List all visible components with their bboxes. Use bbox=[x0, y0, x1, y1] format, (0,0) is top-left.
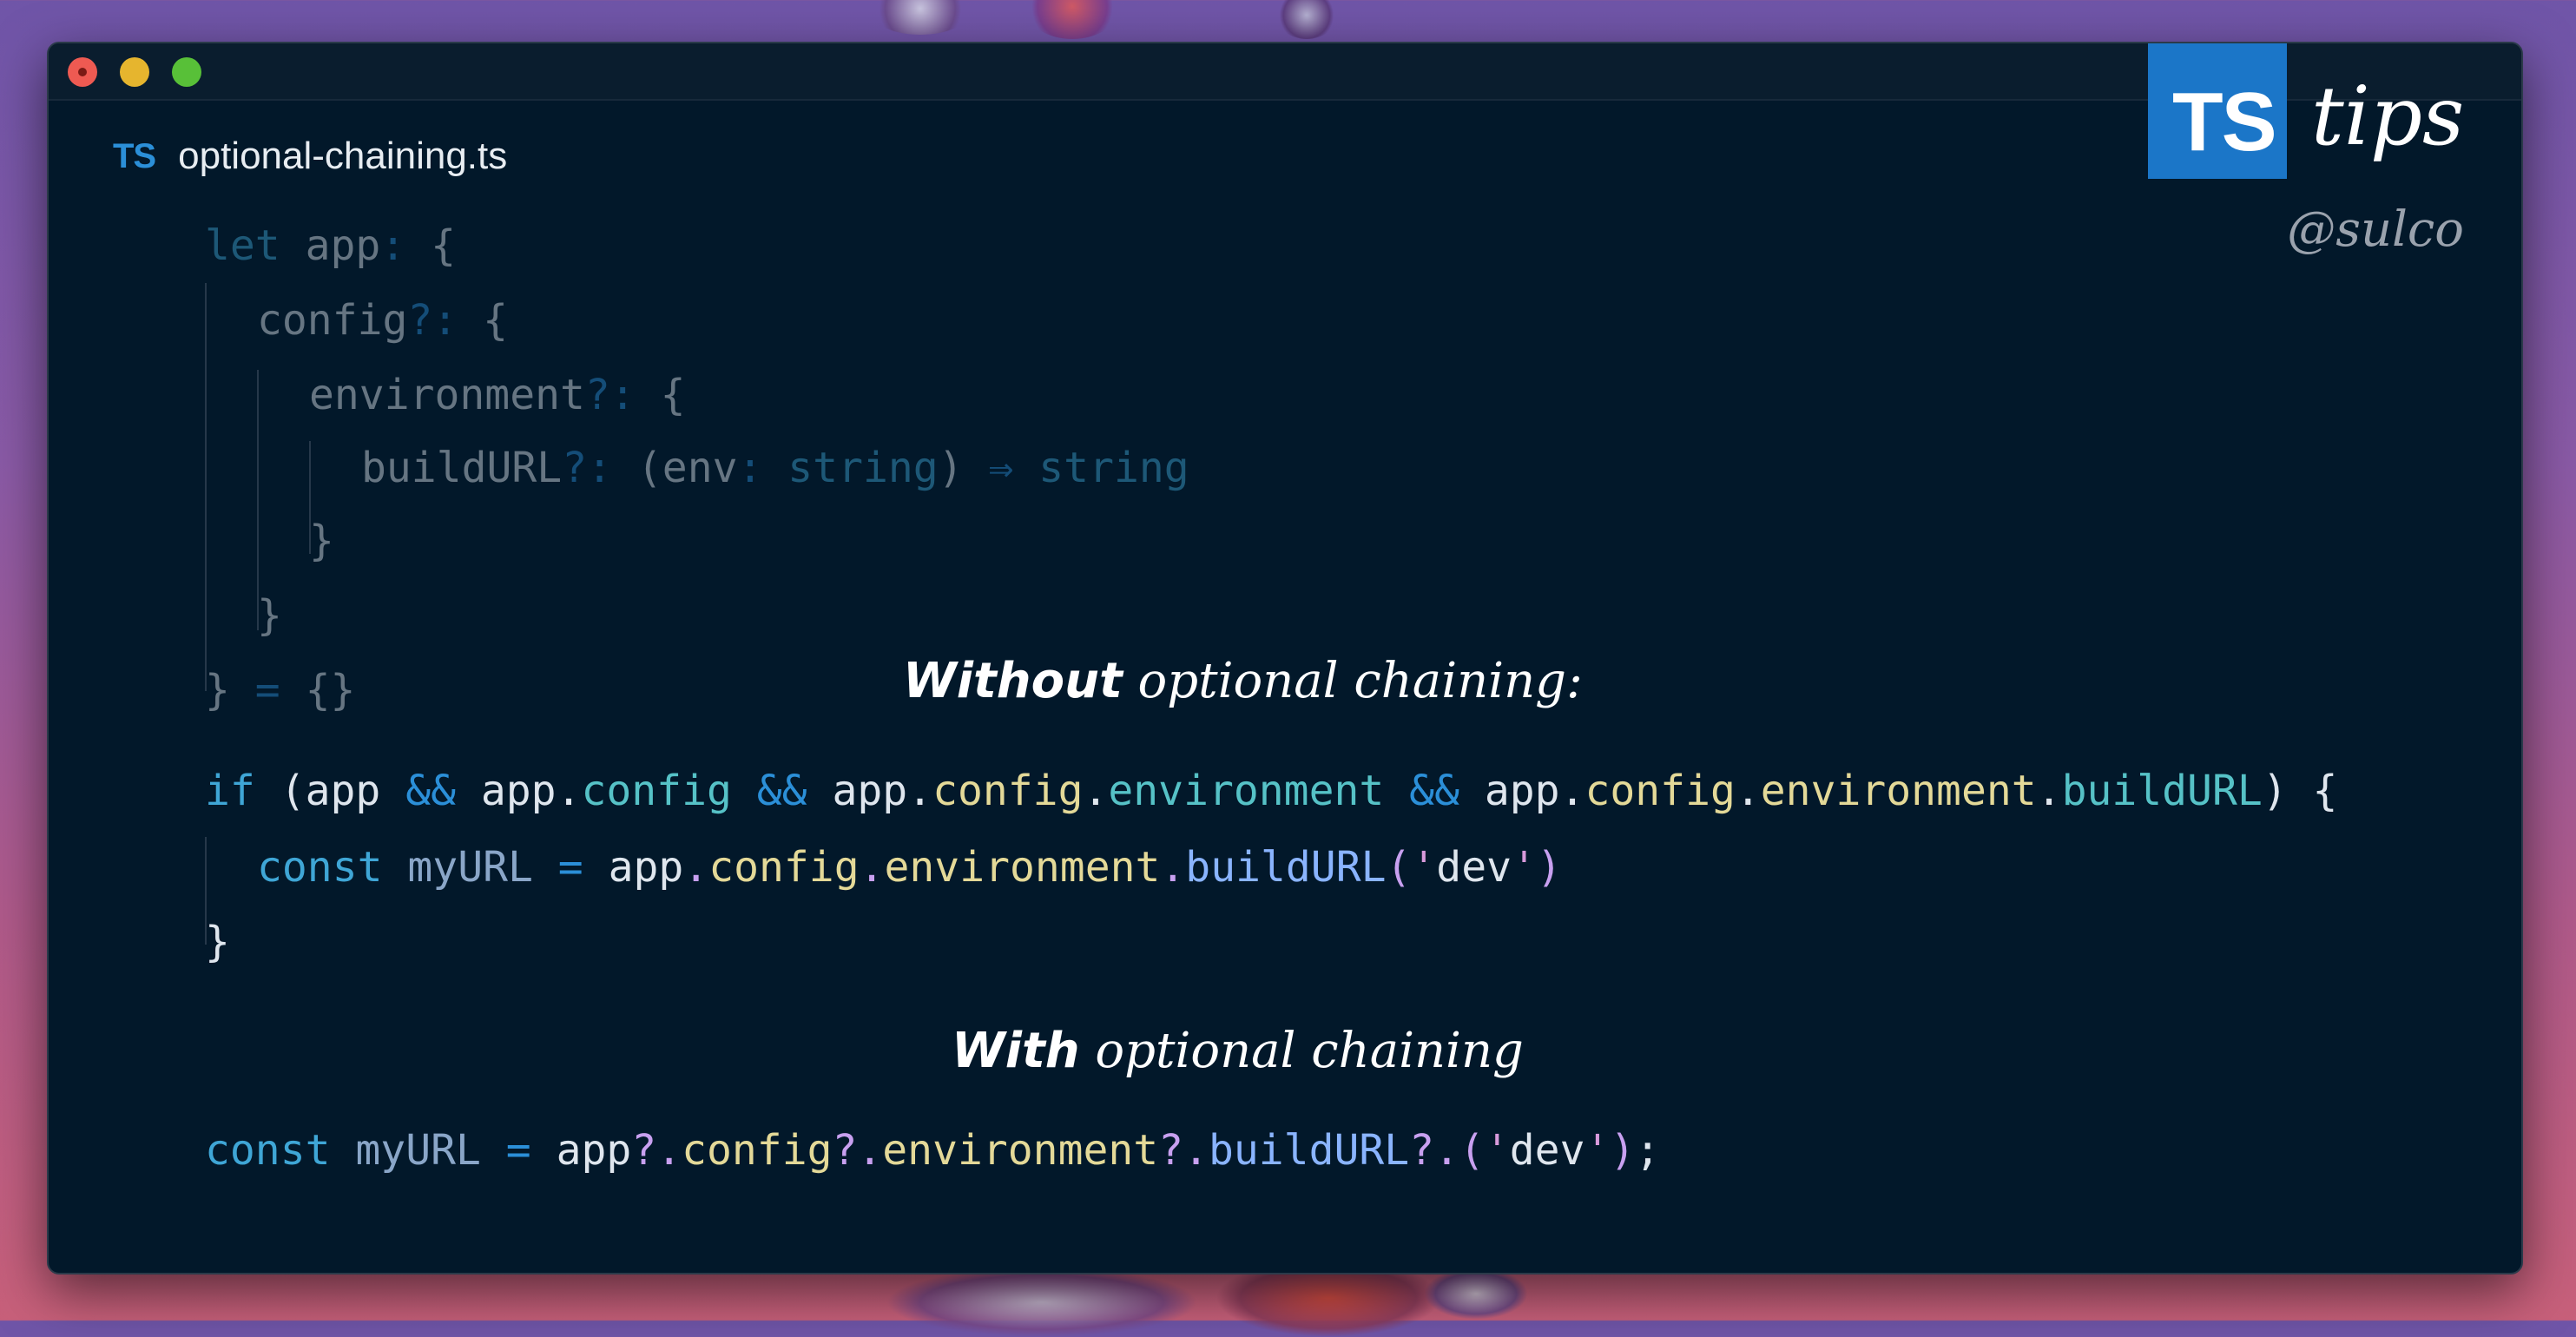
code-line: if (app && app.config && app.config.envi… bbox=[205, 767, 2338, 815]
heading-with: With optional chaining bbox=[952, 1023, 1524, 1079]
minimize-button[interactable] bbox=[120, 57, 149, 87]
code-line: } bbox=[309, 517, 334, 565]
maximize-button[interactable] bbox=[172, 57, 201, 87]
file-name: optional-chaining.ts bbox=[178, 135, 508, 177]
background-decoration bbox=[868, 0, 972, 35]
code-line: const myURL = app?.config?.environment?.… bbox=[205, 1126, 1661, 1175]
file-tab[interactable]: TS optional-chaining.ts bbox=[113, 130, 507, 182]
indent-guide bbox=[205, 283, 207, 691]
typescript-icon: TS bbox=[113, 136, 156, 175]
code-line: buildURL?: (env: string) ⇒ string bbox=[361, 444, 1189, 492]
background-decoration bbox=[1276, 0, 1337, 39]
logo-ts-text: TS bbox=[2172, 76, 2277, 168]
heading-without: Without optional chaining: bbox=[903, 653, 1583, 709]
logo-tips-text: tips bbox=[2311, 69, 2465, 164]
code-with-optional-chaining: const myURL = app?.config?.environment?.… bbox=[49, 43, 1660, 1175]
code-line: let app: { bbox=[205, 221, 456, 270]
code-line: environment?: { bbox=[309, 371, 686, 419]
background-decoration bbox=[1024, 0, 1120, 39]
background-decoration bbox=[1424, 1268, 1528, 1320]
code-line: } = {} bbox=[205, 666, 356, 715]
author-handle: @sulco bbox=[2287, 201, 2464, 258]
background-decoration bbox=[886, 1268, 1198, 1337]
code-line: } bbox=[205, 918, 230, 966]
code-window: TS optional-chaining.ts TS tips @sulco l… bbox=[47, 42, 2523, 1274]
code-line: const myURL = app.config.environment.bui… bbox=[257, 843, 1562, 892]
code-line: config?: { bbox=[257, 296, 508, 345]
code-line: } bbox=[257, 591, 282, 640]
